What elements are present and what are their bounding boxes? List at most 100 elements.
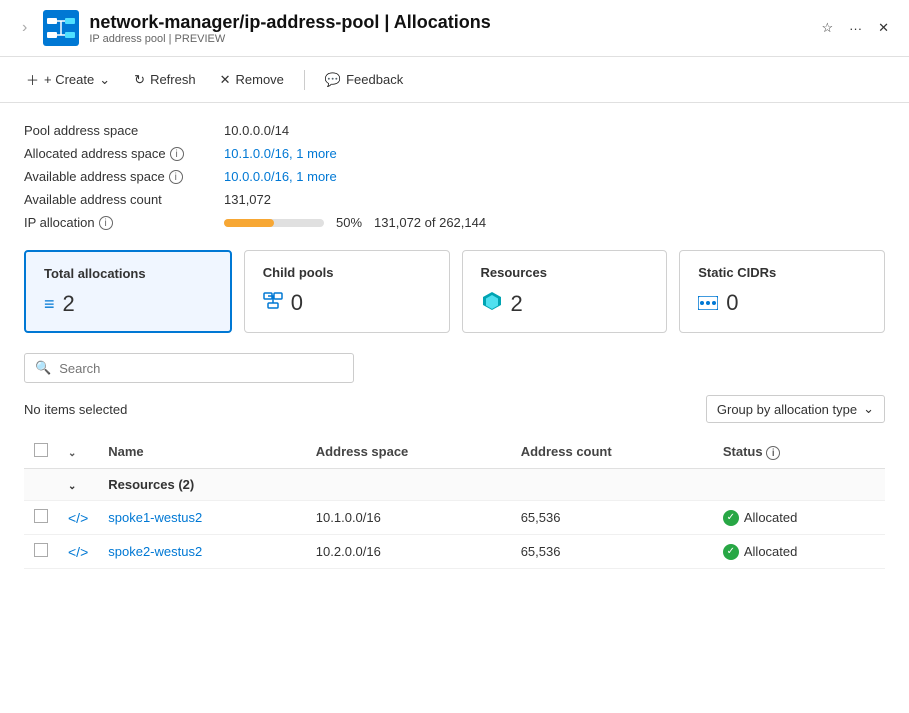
allocated-address-space-label: Allocated address space i: [24, 146, 224, 161]
title-left: › network-manager/ip-address-pool | Allo…: [16, 10, 491, 46]
expand-chevron-icon[interactable]: ⌄: [68, 448, 76, 459]
row1-address-space: 10.1.0.0/16: [306, 501, 511, 535]
card-resources[interactable]: Resources 2: [462, 250, 668, 333]
card-child-pools[interactable]: Child pools 0: [244, 250, 450, 333]
favorite-button[interactable]: ☆: [817, 18, 837, 38]
search-icon: 🔍: [35, 360, 51, 376]
group-by-label: Group by allocation type: [717, 402, 857, 417]
remove-label: Remove: [236, 72, 284, 87]
card-total-count: ≡ 2: [44, 291, 212, 317]
ip-allocation-percent: 50%: [336, 215, 362, 230]
feedback-button[interactable]: 💬 Feedback: [315, 67, 413, 93]
col-status-header: Status i: [713, 435, 885, 469]
row1-checkbox[interactable]: [34, 509, 48, 523]
title-text: network-manager/ip-address-pool | Alloca…: [89, 12, 490, 45]
close-button[interactable]: ✕: [874, 18, 893, 38]
card-resources-title: Resources: [481, 265, 649, 280]
available-address-space-label: Available address space i: [24, 169, 224, 184]
row1-status: Allocated: [713, 501, 885, 535]
allocated-address-space-link[interactable]: 10.1.0.0/16, 1 more: [224, 146, 337, 161]
table-row: </> spoke2-westus2 10.2.0.0/16 65,536 Al…: [24, 535, 885, 569]
row1-status-label: Allocated: [744, 510, 797, 525]
available-address-space-link[interactable]: 10.0.0.0/16, 1 more: [224, 169, 337, 184]
main-content: Pool address space 10.0.0.0/14 Allocated…: [0, 103, 909, 589]
col-address-space-header[interactable]: Address space: [306, 435, 511, 469]
card-static-cidrs[interactable]: Static CIDRs 0: [679, 250, 885, 333]
row1-icon-cell: </>: [58, 501, 98, 535]
app-icon: [43, 10, 79, 46]
allocations-table: ⌄ Name Address space Address count Statu…: [24, 435, 885, 569]
page-title: network-manager/ip-address-pool | Alloca…: [89, 12, 490, 33]
list-icon: ≡: [44, 294, 55, 315]
ip-allocation-label: IP allocation i: [24, 215, 224, 230]
feedback-icon: 💬: [325, 72, 341, 88]
card-child-pools-title: Child pools: [263, 265, 431, 280]
row1-name-link[interactable]: spoke1-westus2: [108, 510, 202, 525]
row1-status-icon: [723, 510, 739, 526]
remove-icon: ✕: [220, 72, 231, 88]
search-input[interactable]: [59, 361, 343, 376]
resource-row-icon: </>: [68, 510, 88, 526]
toolbar-divider: [304, 70, 305, 90]
row2-icon-cell: </>: [58, 535, 98, 569]
pool-address-space-value: 10.0.0.0/14: [224, 123, 885, 138]
info-grid: Pool address space 10.0.0.0/14 Allocated…: [24, 123, 885, 230]
resource-icon: [481, 290, 503, 318]
allocated-address-space-value: 10.1.0.0/16, 1 more: [224, 146, 885, 161]
status-info-icon[interactable]: i: [766, 446, 780, 460]
select-all-checkbox[interactable]: [34, 443, 48, 457]
row1-name: spoke1-westus2: [98, 501, 306, 535]
create-label: + Create: [44, 72, 94, 87]
nav-back[interactable]: ›: [16, 15, 33, 41]
search-bar: 🔍: [24, 353, 354, 383]
ip-allocation-info-icon[interactable]: i: [99, 216, 113, 230]
no-items-label: No items selected: [24, 402, 127, 417]
feedback-label: Feedback: [346, 72, 403, 87]
child-pool-icon: [263, 290, 283, 316]
row2-select: [24, 535, 58, 569]
col-address-count-header[interactable]: Address count: [511, 435, 713, 469]
list-header: No items selected Group by allocation ty…: [24, 395, 885, 423]
refresh-label: Refresh: [150, 72, 196, 87]
ip-allocation-value: 50% 131,072 of 262,144: [224, 215, 885, 230]
ip-allocation-detail: 131,072 of 262,144: [374, 215, 486, 230]
row2-name-link[interactable]: spoke2-westus2: [108, 544, 202, 559]
select-all-header: [24, 435, 58, 469]
allocated-info-icon[interactable]: i: [170, 147, 184, 161]
card-static-cidrs-title: Static CIDRs: [698, 265, 866, 280]
group-expand-cell[interactable]: ⌄: [58, 469, 98, 501]
available-space-info-icon[interactable]: i: [169, 170, 183, 184]
cards-row: Total allocations ≡ 2 Child pools: [24, 250, 885, 333]
table-header-row: ⌄ Name Address space Address count Statu…: [24, 435, 885, 469]
row2-address-space: 10.2.0.0/16: [306, 535, 511, 569]
row2-status-label: Allocated: [744, 544, 797, 559]
row2-checkbox[interactable]: [34, 543, 48, 557]
create-button[interactable]: ＋ + Create ⌄: [16, 65, 120, 94]
chevron-down-icon: ⌄: [863, 401, 874, 417]
table-row: </> spoke1-westus2 10.1.0.0/16 65,536 Al…: [24, 501, 885, 535]
static-cidr-icon: [698, 290, 718, 316]
title-actions: ☆ ··· ✕: [817, 18, 893, 38]
row2-status-badge: Allocated: [723, 544, 875, 560]
card-static-cidrs-count: 0: [698, 290, 866, 316]
progress-bar-bg: [224, 219, 324, 227]
remove-button[interactable]: ✕ Remove: [210, 67, 294, 93]
card-total-title: Total allocations: [44, 266, 212, 281]
row1-address-count: 65,536: [511, 501, 713, 535]
group-expand-icon: ⌄: [68, 481, 76, 492]
resource-row-icon-2: </>: [68, 544, 88, 560]
row1-status-badge: Allocated: [723, 510, 875, 526]
group-label: Resources (2): [98, 469, 885, 501]
group-select-cell: [24, 469, 58, 501]
refresh-button[interactable]: ↻ Refresh: [124, 67, 205, 93]
card-total[interactable]: Total allocations ≡ 2: [24, 250, 232, 333]
col-name-header[interactable]: Name: [98, 435, 306, 469]
group-by-button[interactable]: Group by allocation type ⌄: [706, 395, 885, 423]
page-subtitle: IP address pool | PREVIEW: [89, 33, 490, 45]
more-button[interactable]: ···: [845, 18, 866, 38]
row2-address-count: 65,536: [511, 535, 713, 569]
available-address-space-value: 10.0.0.0/16, 1 more: [224, 169, 885, 184]
expand-header: ⌄: [58, 435, 98, 469]
available-address-count-value: 131,072: [224, 192, 885, 207]
toolbar: ＋ + Create ⌄ ↻ Refresh ✕ Remove 💬 Feedba…: [0, 57, 909, 103]
